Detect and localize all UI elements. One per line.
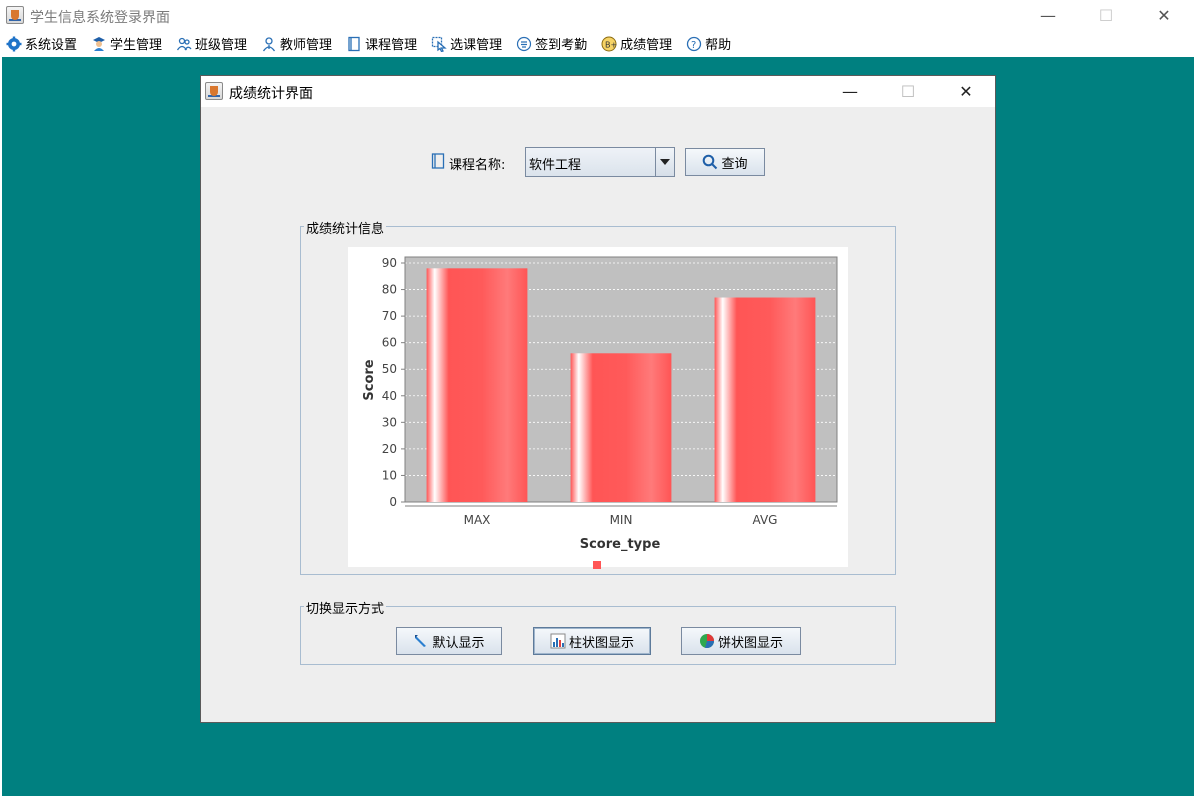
book-icon (431, 153, 445, 173)
x-tick-label: MIN (610, 513, 633, 527)
frame-title: 成绩统计界面 (229, 86, 313, 102)
menu-label: 系统设置 (25, 38, 78, 53)
maximize-button[interactable]: ☐ (1077, 0, 1135, 31)
score-stats-frame: 成绩统计界面 — ☐ ✕ 课程名称: 软件工程 查询 成绩统计信息 0 10 2… (200, 75, 996, 723)
menu-course-selection[interactable]: 选课管理 (431, 31, 502, 56)
menu-attendance[interactable]: 签到考勤 (516, 31, 587, 56)
gear-icon (6, 36, 22, 52)
main-window-title: 学生信息系统登录界面 (30, 10, 170, 26)
main-title-bar: 学生信息系统登录界面 — ☐ ✕ (0, 0, 1196, 31)
query-button[interactable]: 查询 (685, 148, 765, 176)
java-app-icon (205, 82, 223, 100)
switch-display-group: 切换显示方式 默认显示 柱状图显示 饼状图显示 (300, 598, 896, 665)
teacher-icon (261, 36, 277, 52)
course-label-text: 课程名称: (449, 157, 506, 173)
menu-grade[interactable]: B+ 成绩管理 (601, 31, 672, 56)
frame-minimize-button[interactable]: — (821, 76, 879, 107)
svg-text:B+: B+ (605, 40, 617, 49)
y-tick-label: 30 (382, 415, 397, 429)
y-tick-label: 20 (382, 442, 397, 456)
search-icon (702, 154, 718, 170)
course-label: 课程名称: (431, 153, 505, 173)
course-select[interactable]: 软件工程 (525, 147, 675, 177)
y-tick-label: 40 (382, 389, 397, 403)
course-select-value: 软件工程 (529, 158, 582, 173)
java-app-icon (6, 6, 24, 24)
menu-teacher[interactable]: 教师管理 (261, 31, 332, 56)
y-tick-label: 70 (382, 309, 397, 323)
default-display-button[interactable]: 默认显示 (396, 627, 502, 655)
menu-student[interactable]: 学生管理 (91, 31, 162, 56)
bar-chart: 0 10 20 30 40 50 60 70 80 90 MAX MIN AVG Score_type… (362, 256, 838, 552)
svg-text:?: ? (691, 40, 696, 51)
menu-class[interactable]: 班级管理 (176, 31, 247, 56)
menu-label: 班级管理 (195, 38, 248, 53)
menu-bar: 系统设置 学生管理 班级管理 教师管理 课程管理 选课管理 签到考勤 B+ 成绩… (0, 31, 1196, 56)
y-tick-label: 60 (382, 336, 397, 350)
query-button-label: 查询 (721, 156, 748, 172)
y-tick-label: 80 (382, 283, 397, 297)
menu-label: 成绩管理 (620, 38, 673, 53)
chart-panel: 0 10 20 30 40 50 60 70 80 90 MAX MIN AVG Score_type… (348, 247, 848, 567)
x-tick-label: AVG (753, 513, 778, 527)
pencil-icon (413, 633, 429, 649)
help-icon: ? (686, 36, 702, 52)
menu-label: 教师管理 (280, 38, 333, 53)
pie-chart-icon (699, 633, 715, 649)
switch-group-label: 切换显示方式 (304, 598, 387, 617)
legend-swatch (593, 561, 601, 569)
stats-group: 成绩统计信息 0 10 20 30 40 50 60 70 80 90 MAX … (300, 218, 896, 575)
menu-label: 签到考勤 (535, 38, 588, 53)
menu-label: 课程管理 (365, 38, 418, 53)
bar-chart-display-label: 柱状图显示 (568, 635, 634, 651)
y-tick-label: 10 (382, 468, 397, 482)
default-display-label: 默认显示 (432, 635, 485, 651)
chevron-down-icon[interactable] (655, 148, 674, 176)
bar-chart-icon (550, 633, 566, 649)
bar-avg (714, 297, 816, 502)
x-axis-label: Score_type (580, 537, 661, 552)
y-tick-label: 90 (382, 256, 397, 270)
grade-icon: B+ (601, 36, 617, 52)
menu-label: 选课管理 (450, 38, 503, 53)
class-icon (176, 36, 192, 52)
attendance-icon (516, 36, 532, 52)
bar-chart-display-button[interactable]: 柱状图显示 (533, 627, 651, 655)
menu-label: 学生管理 (110, 38, 163, 53)
close-button[interactable]: ✕ (1135, 0, 1193, 31)
y-tick-label: 0 (389, 495, 397, 509)
student-icon (91, 36, 107, 52)
book-icon (346, 36, 362, 52)
y-tick-label: 50 (382, 362, 397, 376)
minimize-button[interactable]: — (1019, 0, 1077, 31)
frame-title-bar: 成绩统计界面 — ☐ ✕ (201, 76, 995, 107)
y-axis-label: Score (362, 359, 377, 400)
menu-label: 帮助 (705, 38, 732, 53)
pie-chart-display-label: 饼状图显示 (717, 635, 783, 651)
bar-max (426, 268, 528, 502)
menu-system-settings[interactable]: 系统设置 (6, 31, 77, 56)
cursor-icon (431, 36, 447, 52)
frame-close-button[interactable]: ✕ (937, 76, 995, 107)
menu-help[interactable]: ? 帮助 (686, 31, 731, 56)
stats-group-label: 成绩统计信息 (304, 218, 387, 237)
pie-chart-display-button[interactable]: 饼状图显示 (681, 627, 801, 655)
bar-min (570, 353, 672, 502)
x-tick-label: MAX (464, 513, 491, 527)
menu-course[interactable]: 课程管理 (346, 31, 417, 56)
frame-maximize-button[interactable]: ☐ (879, 76, 937, 107)
